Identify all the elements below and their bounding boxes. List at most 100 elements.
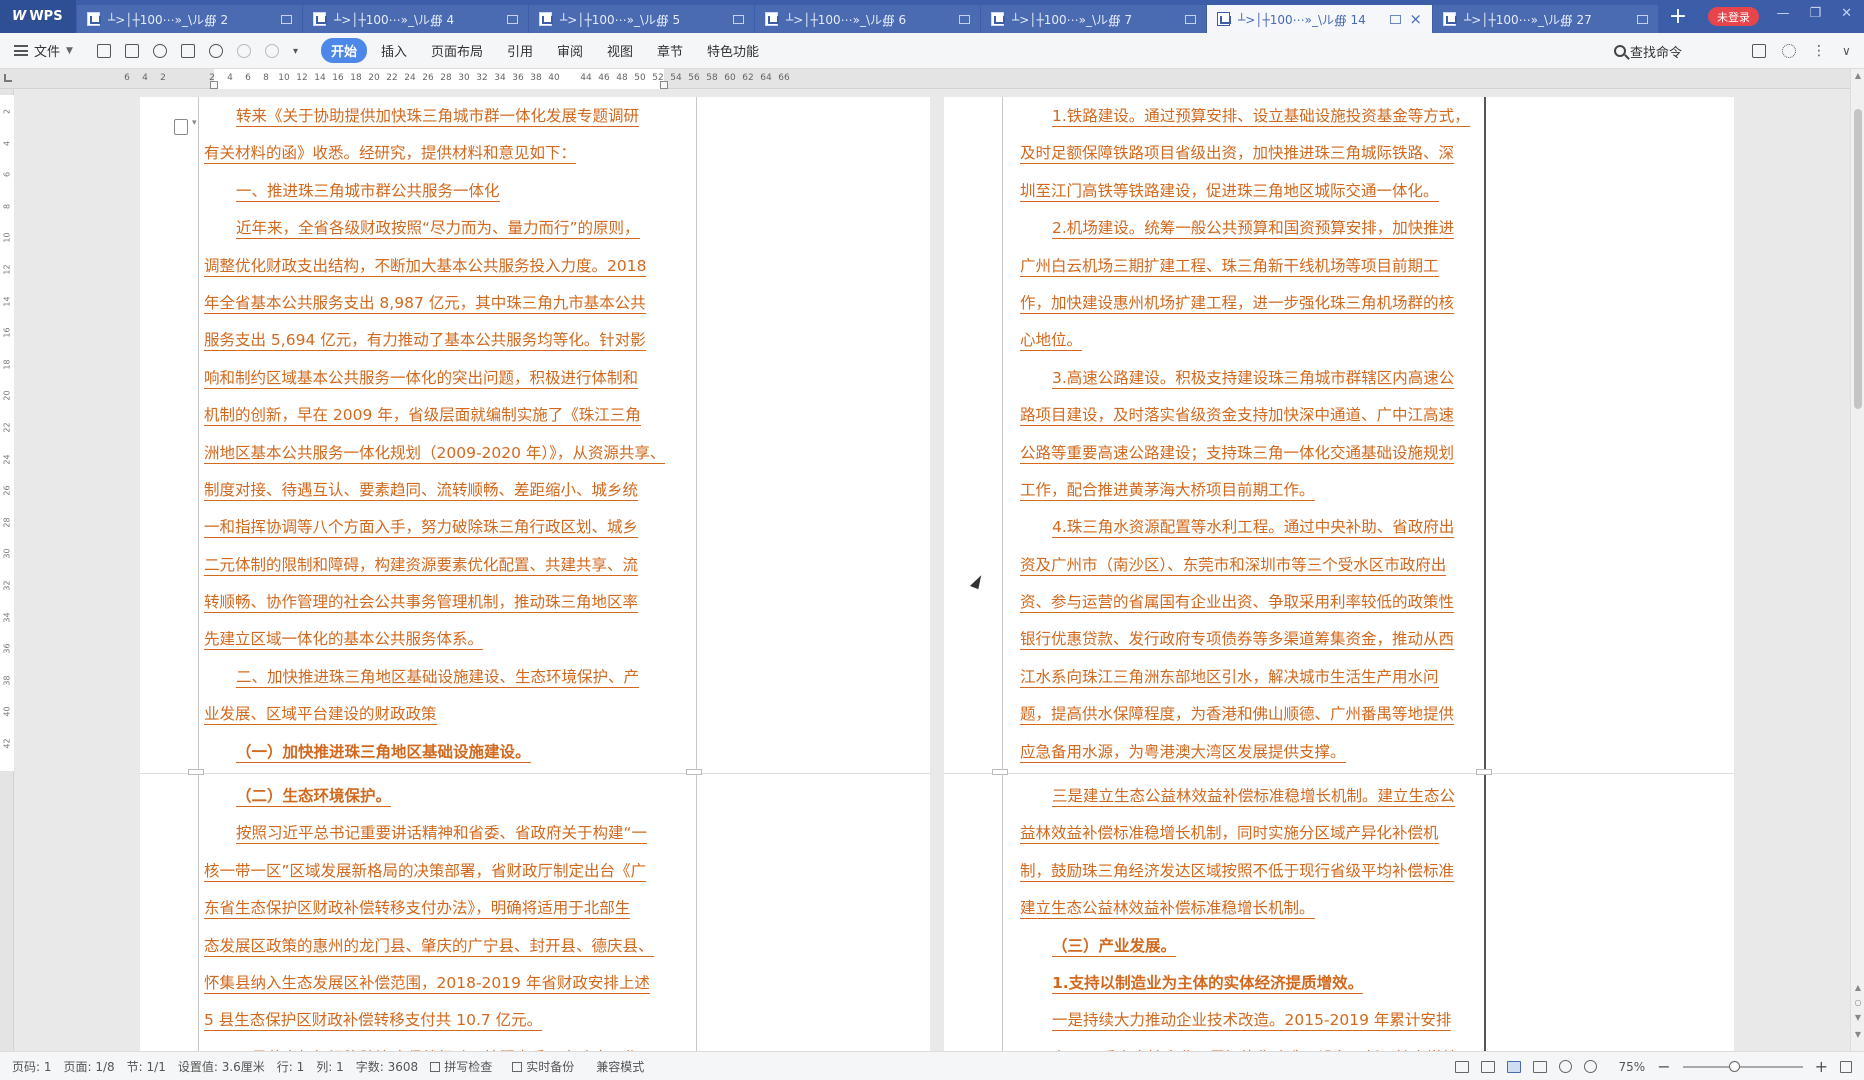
dual-page-icon[interactable] [1480,1060,1495,1073]
paragraph-line[interactable]: 制，鼓励珠三角经济发达区域按照不低于现行省级平均补偿标准 [1020,858,1482,895]
paragraph-line[interactable]: 核一带一区”区域发展新格局的决策部署，省财政厅制定出台《广 [204,858,694,895]
pin-icon[interactable] [1185,14,1196,24]
pin-icon[interactable] [281,14,292,24]
close-window-icon[interactable]: ✕ [1841,6,1852,21]
page-right[interactable]: 1.铁路建设。通过预算安排、设立基础设施投资基金等方式， 及时足额保障铁路项目省级… [944,97,1734,1051]
paragraph-line[interactable]: 资、参与运营的省属国有企业出资、争取采用利率较低的政策性 [1020,589,1482,626]
paragraph-line[interactable]: 怀集县纳入生态发展区补偿范围，2018-2019 年省财政安排上述 [204,970,694,1007]
right-page-text-2[interactable]: 三是建立生态公益林效益补偿标准稳增长机制。建立生态公 益林效益补偿标准稳增长机制，… [1020,783,1482,1051]
paragraph-line[interactable]: 路项目建设，及时落实省级资金支持加快深中通道、广中江高速 [1020,402,1482,439]
print-icon[interactable] [180,43,195,58]
paragraph-line[interactable]: 近年来，全省各级财政按照“尽力而为、量力而行”的原则， [204,215,694,252]
pin-icon[interactable] [1390,14,1402,24]
paragraph-line[interactable]: 4.珠三角水资源配置等水利工程。通过中央补助、省政府出 [1020,514,1482,551]
paragraph-line[interactable]: （二）生态环境保护。 [204,783,694,820]
status-page[interactable]: 页面: 1/8 [64,1058,115,1075]
document-tab[interactable]: ┴>│┼100⋯»_\ル∰ 27 [1433,5,1658,33]
print-preview-icon[interactable] [208,43,223,58]
paragraph-line[interactable]: 转顺畅、协作管理的社会公共事务管理机制，推动珠三角地区率 [204,589,694,626]
paragraph-line[interactable]: 服务支出 5,694 亿元，有力推动了基本公共服务均等化。针对影 [204,327,694,364]
undo-icon[interactable] [236,43,251,58]
status-word-count[interactable]: 字数: 3608 [356,1058,418,1075]
document-tab[interactable]: ┴>│┼100⋯»_\ル∰ 7 [981,5,1206,33]
ribbon-tab[interactable]: 章节 [647,38,693,63]
pin-icon[interactable] [1637,14,1648,24]
paragraph-line[interactable]: 三是建立生态公益林效益补偿标准稳增长机制。建立生态公 [1020,783,1482,820]
ribbon-tab[interactable]: 审阅 [547,38,593,63]
save-icon[interactable] [124,43,139,58]
ribbon-tab[interactable]: 开始 [320,38,367,63]
eye-protection-icon[interactable] [1583,1060,1597,1073]
scroll-up-icon[interactable]: ▲ [1854,72,1862,80]
paragraph-line[interactable]: 作，加快建设惠州机场扩建工程，进一步强化珠三角机场群的核 [1020,290,1482,327]
login-badge[interactable]: 未登录 [1708,7,1759,26]
status-col[interactable]: 列: 1 [316,1058,344,1075]
status-section[interactable]: 节: 1/1 [127,1058,166,1075]
paragraph-line[interactable]: 应急备用水源，为粤港澳大湾区发展提供支撑。 [1020,739,1482,776]
search-command[interactable]: 查找命令 [1614,33,1682,69]
zoom-slider[interactable] [1682,1060,1803,1072]
pin-icon[interactable] [733,14,744,24]
zoom-level[interactable]: 75% [1619,1060,1646,1074]
format-painter-icon[interactable] [152,43,167,58]
document-tab[interactable]: ┴>│┼100⋯»_\ル∰ 4 [303,5,528,33]
prev-page-icon[interactable]: ▲ [1854,984,1862,992]
paragraph-line[interactable]: 调整优化财政支出结构，不断加大基本公共服务投入力度。2018 [204,253,694,290]
paragraph-line[interactable]: （三）产业发展。 [1020,933,1482,970]
document-tab[interactable]: ┴>│┼100⋯»_\ル∰ 2 [77,5,302,33]
document-tab[interactable]: ┴>│┼100⋯»_\ル∰ 6 [755,5,980,33]
paragraph-line[interactable]: 公路等重要高速公路建设；支持珠三角一体化交通基础设施规划 [1020,440,1482,477]
page-left[interactable]: 转来《关于协助提供加快珠三角城市群一体化发展专题调研有关材料的函》收悉。经研究，… [140,97,930,1051]
paragraph-line[interactable]: 广州白云机场三期扩建工程、珠三角新干线机场等项目前期工 [1020,253,1482,290]
ribbon-tab[interactable]: 插入 [371,38,417,63]
fit-window-icon[interactable] [1840,1060,1852,1073]
paragraph-line[interactable]: 转来《关于协助提供加快珠三角城市群一体化发展专题调研 [204,103,694,140]
select-browse-icon[interactable]: ○ [1854,999,1862,1007]
paragraph-line[interactable]: 银行优惠贷款、发行政府专项债券等多渠道筹集资金，推动从西 [1020,626,1482,663]
vertical-ruler[interactable]: 2 4 6 8 10 12 14 16 18 20 22 24 26 28 30 32 34 36 38 40 42 [0,89,14,1051]
file-menu[interactable]: 文件 ▼ [14,41,73,60]
customize-toolbar-icon[interactable]: ▾ [293,46,303,57]
zoom-in-icon[interactable]: + [1815,1057,1828,1076]
paragraph-line[interactable]: 一和指挥协调等八个方面入手，努力破除珠三角行政区划、城乡 [204,514,694,551]
zoom-out-icon[interactable]: − [1657,1057,1670,1076]
spell-check-button[interactable]: 拼写检查 [430,1058,492,1075]
zoom-slider-knob[interactable] [1728,1060,1740,1072]
ribbon-tab[interactable]: 视图 [597,38,643,63]
paragraph-line[interactable]: 工作，配合推进黄茅海大桥项目前期工作。 [1020,477,1482,514]
ribbon-tab[interactable]: 特色功能 [697,38,769,63]
collapse-ribbon-icon[interactable]: ∨ [1842,44,1856,58]
gear-icon[interactable] [1782,44,1796,58]
paragraph-line[interactable]: 按照习近平总书记重要讲话精神和省委、省政府关于构建“一 [204,820,694,857]
fullscreen-icon[interactable] [1454,1060,1469,1073]
paragraph-line[interactable]: 态发展区政策的惠州的龙门县、肇庆的广宁县、封开县、德庆县、 [204,933,694,970]
status-setting[interactable]: 设置值: 3.6厘米 [178,1058,265,1075]
status-row[interactable]: 行: 1 [277,1058,305,1075]
ribbon-tab[interactable]: 页面布局 [421,38,493,63]
paragraph-line[interactable]: 题，提高供水保障程度，为香港和佛山顺德、广州番禺等地提供 [1020,701,1482,738]
tab-stop-icon[interactable] [4,74,12,82]
compat-mode[interactable]: 兼容模式 [596,1058,644,1075]
redo-icon[interactable] [264,43,279,58]
scroll-down-icon[interactable]: ▼ [1854,1031,1862,1039]
paragraph-line[interactable]: 先建立区域一体化的基本公共服务体系。 [204,626,694,663]
paragraph-line[interactable]: 有关材料的函》收悉。经研究，提供材料和意见如下： [204,140,694,177]
scroll-thumb[interactable] [1854,109,1862,409]
left-page-text[interactable]: 转来《关于协助提供加快珠三角城市群一体化发展专题调研 有关材料的函》收悉。经研究，… [204,103,694,776]
horizontal-ruler[interactable]: 6 4 2 2 4 6 8 10 12 14 16 18 20 22 24 26 28 30 32 34 36 38 40 4… [0,69,1864,89]
page-view-icon[interactable] [1506,1060,1521,1073]
paragraph-line[interactable]: 心地位。 [1020,327,1482,364]
paragraph-line[interactable]: 资及广州市（南沙区）、东莞市和深圳市等三个受水区市政府出 [1020,552,1482,589]
backup-button[interactable]: 实时备份 [512,1058,574,1075]
paragraph-line[interactable]: 一是持续大力推动企业技术改造。2015-2019 年累计安排 [1020,1007,1482,1044]
paragraph-line[interactable]: 江水系向珠江三角洲东部地区引水，解决城市生活生产用水问 [1020,664,1482,701]
paragraph-line[interactable]: 东省生态保护区财政补偿转移支付办法》，明确将适用于北部生 [204,895,694,932]
new-tab-button[interactable]: + [1658,0,1698,33]
paragraph-line[interactable]: 业发展、区域平台建设的财政政策 [204,701,694,738]
paragraph-line[interactable]: 年全省基本公共服务支出 8,987 亿元，其中珠三角九市基本公共 [204,290,694,327]
open-icon[interactable] [96,43,111,58]
paragraph-line[interactable]: 益林效益补偿标准稳增长机制，同时实施分区域产异化补偿机 [1020,820,1482,857]
paragraph-line[interactable]: 二、加快推进珠三角地区基础设施建设、生态环境保护、产 [204,664,694,701]
vertical-scrollbar[interactable]: ▲ ▲ ○ ▼ ▼ [1850,69,1864,1051]
right-indent-handle[interactable] [660,81,668,89]
